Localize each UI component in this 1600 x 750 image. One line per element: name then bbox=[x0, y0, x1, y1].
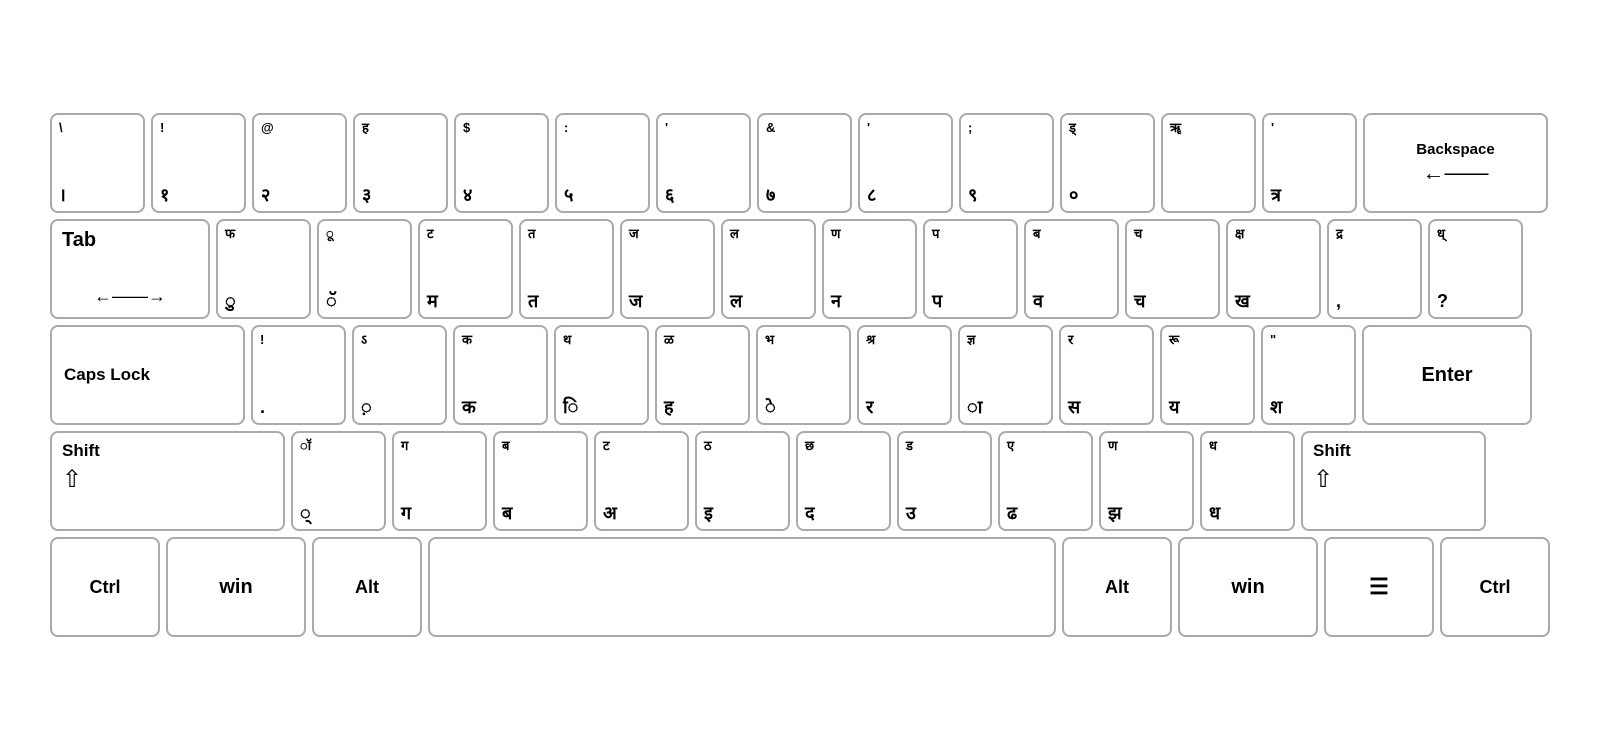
keyboard-row-5: Ctrl win Alt Alt win ☰ Ctrl bbox=[50, 537, 1550, 637]
key-a[interactable]: ! . bbox=[251, 325, 346, 425]
key-c[interactable]: ब ब bbox=[493, 431, 588, 531]
key-t[interactable]: ज ज bbox=[620, 219, 715, 319]
win-left-key[interactable]: win bbox=[166, 537, 306, 637]
key-z[interactable]: ॉ ् bbox=[291, 431, 386, 531]
keyboard-row-2: Tab ←——→ फ ु ू ॅ ट म त त ज ज ल ल ण न bbox=[50, 219, 1550, 319]
key-5[interactable]: : ५ bbox=[555, 113, 650, 213]
alt-left-key[interactable]: Alt bbox=[312, 537, 422, 637]
key-2[interactable]: @ २ bbox=[252, 113, 347, 213]
key-semicolon[interactable]: रू य bbox=[1160, 325, 1255, 425]
alt-right-key[interactable]: Alt bbox=[1062, 537, 1172, 637]
backspace-key[interactable]: Backspace ←—— bbox=[1363, 113, 1548, 213]
key-bracket-close[interactable]: द्र , bbox=[1327, 219, 1422, 319]
caps-lock-key[interactable]: Caps Lock bbox=[50, 325, 245, 425]
key-h[interactable]: भ े bbox=[756, 325, 851, 425]
key-p[interactable]: च च bbox=[1125, 219, 1220, 319]
key-9[interactable]: ; ९ bbox=[959, 113, 1054, 213]
key-bracket-open[interactable]: क्ष ख bbox=[1226, 219, 1321, 319]
key-x[interactable]: ग ग bbox=[392, 431, 487, 531]
keyboard-row-3: Caps Lock ! . ऽ ़ क क थ ि ळ ह भ े श्र र bbox=[50, 325, 1550, 425]
key-w[interactable]: ू ॅ bbox=[317, 219, 412, 319]
key-m[interactable]: ड उ bbox=[897, 431, 992, 531]
keyboard-layout: \ । ! १ @ २ ह ३ $ ४ : ५ ' ६ & ७ bbox=[30, 95, 1570, 655]
key-1[interactable]: ! १ bbox=[151, 113, 246, 213]
key-o[interactable]: ब व bbox=[1024, 219, 1119, 319]
key-equals[interactable]: ' त्र bbox=[1262, 113, 1357, 213]
key-7[interactable]: & ७ bbox=[757, 113, 852, 213]
key-3[interactable]: ह ३ bbox=[353, 113, 448, 213]
key-8[interactable]: ' ८ bbox=[858, 113, 953, 213]
key-r[interactable]: त त bbox=[519, 219, 614, 319]
key-l[interactable]: र स bbox=[1059, 325, 1154, 425]
key-d[interactable]: क क bbox=[453, 325, 548, 425]
key-i[interactable]: प प bbox=[923, 219, 1018, 319]
key-v[interactable]: ट अ bbox=[594, 431, 689, 531]
key-backslash[interactable]: ध् ? bbox=[1428, 219, 1523, 319]
keyboard-row-4: Shift ⇧ ॉ ् ग ग ब ब ट अ ठ इ छ द ड उ bbox=[50, 431, 1550, 531]
key-minus[interactable]: ॠ bbox=[1161, 113, 1256, 213]
ctrl-right-key[interactable]: Ctrl bbox=[1440, 537, 1550, 637]
key-u[interactable]: ण न bbox=[822, 219, 917, 319]
shift-right-key[interactable]: Shift ⇧ bbox=[1301, 431, 1486, 531]
key-6[interactable]: ' ६ bbox=[656, 113, 751, 213]
keyboard-row-1: \ । ! १ @ २ ह ३ $ ४ : ५ ' ६ & ७ bbox=[50, 113, 1550, 213]
shift-left-key[interactable]: Shift ⇧ bbox=[50, 431, 285, 531]
win-right-key[interactable]: win bbox=[1178, 537, 1318, 637]
key-4[interactable]: $ ४ bbox=[454, 113, 549, 213]
key-period[interactable]: ण झ bbox=[1099, 431, 1194, 531]
key-g[interactable]: ळ ह bbox=[655, 325, 750, 425]
key-j[interactable]: श्र र bbox=[857, 325, 952, 425]
key-0[interactable]: ड् ० bbox=[1060, 113, 1155, 213]
key-e[interactable]: ट म bbox=[418, 219, 513, 319]
key-k[interactable]: ज्ञ ा bbox=[958, 325, 1053, 425]
key-f[interactable]: थ ि bbox=[554, 325, 649, 425]
enter-key[interactable]: Enter bbox=[1362, 325, 1532, 425]
tab-key[interactable]: Tab ←——→ bbox=[50, 219, 210, 319]
key-slash[interactable]: ध ध bbox=[1200, 431, 1295, 531]
key-comma[interactable]: ए ढ bbox=[998, 431, 1093, 531]
menu-key[interactable]: ☰ bbox=[1324, 537, 1434, 637]
key-n[interactable]: छ द bbox=[796, 431, 891, 531]
space-key[interactable] bbox=[428, 537, 1056, 637]
key-b[interactable]: ठ इ bbox=[695, 431, 790, 531]
key-s[interactable]: ऽ ़ bbox=[352, 325, 447, 425]
key-q[interactable]: फ ु bbox=[216, 219, 311, 319]
ctrl-left-key[interactable]: Ctrl bbox=[50, 537, 160, 637]
key-backtick[interactable]: \ । bbox=[50, 113, 145, 213]
key-y[interactable]: ल ल bbox=[721, 219, 816, 319]
key-quote[interactable]: " श bbox=[1261, 325, 1356, 425]
